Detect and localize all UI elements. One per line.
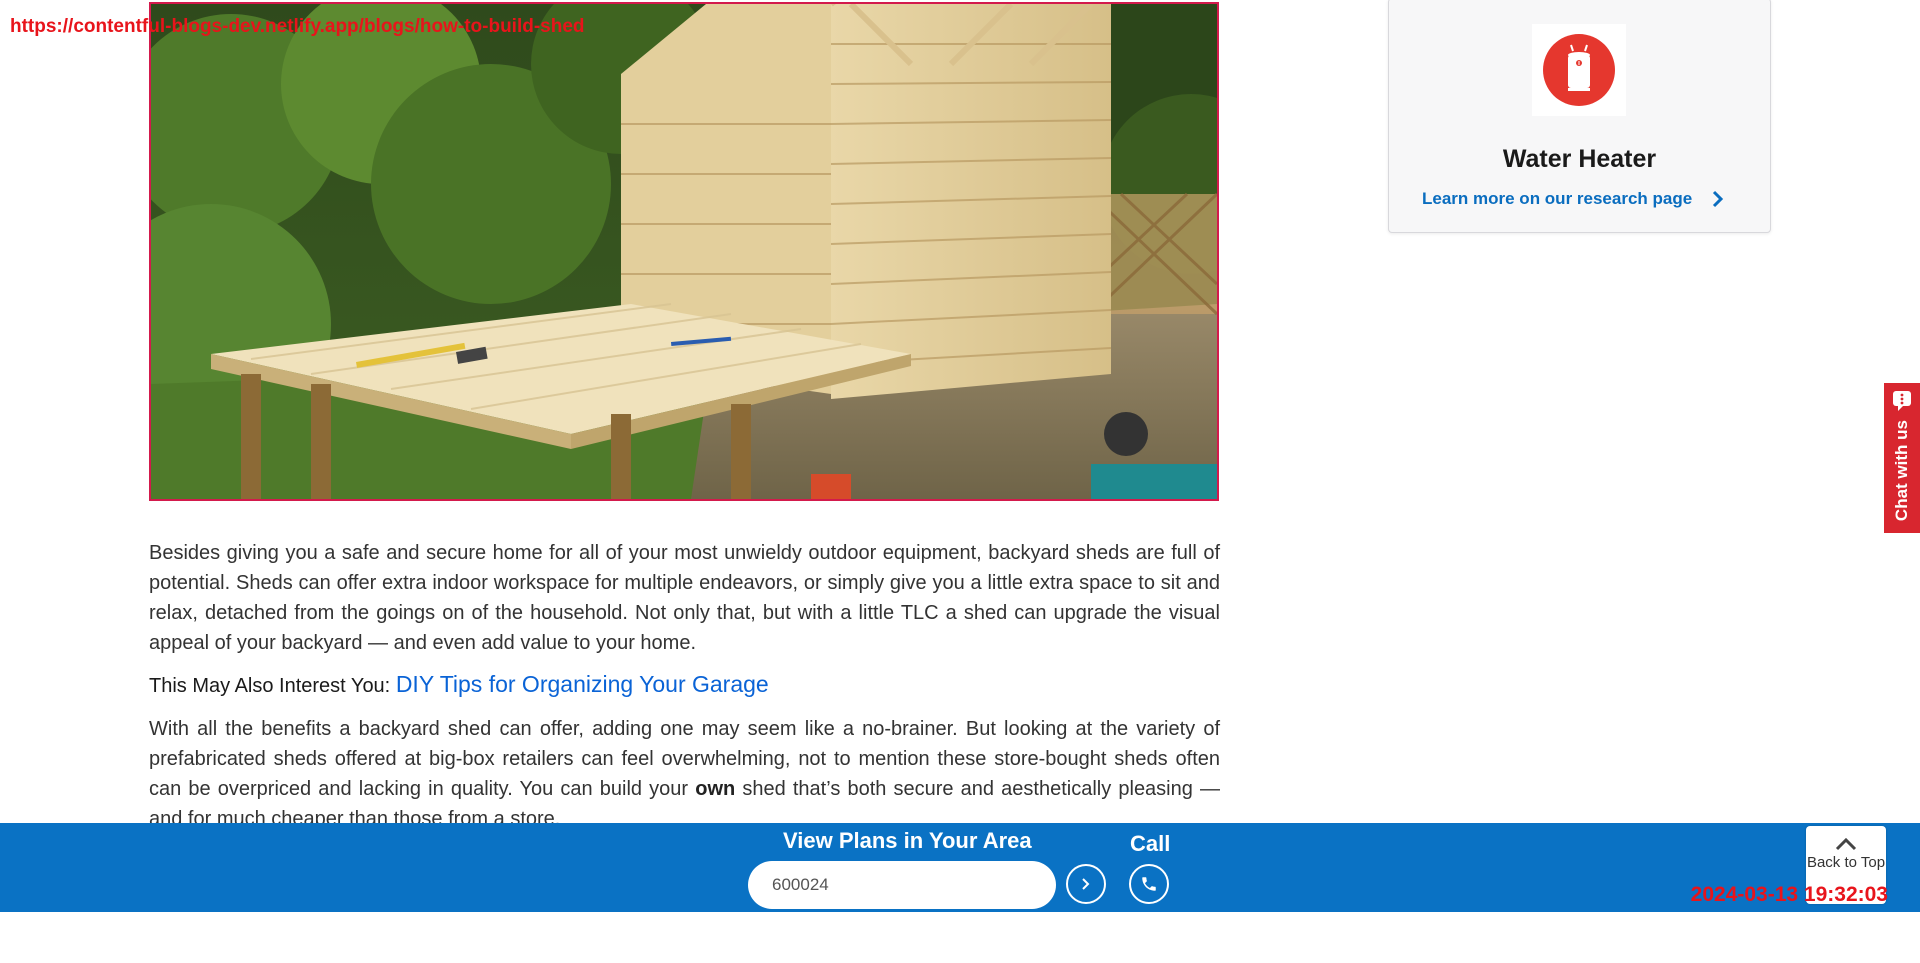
article-paragraph: With all the benefits a backyard shed ca…	[149, 714, 1220, 834]
chevron-up-icon	[1835, 837, 1857, 851]
view-plans-heading: View Plans in Your Area	[783, 828, 1032, 853]
call-label: Call	[1130, 831, 1171, 856]
water-heater-icon	[1543, 34, 1615, 106]
article-body: Besides giving you a safe and secure hom…	[149, 538, 1220, 845]
paragraph-emphasis: own	[695, 778, 736, 800]
back-to-top-label: Back to Top	[1806, 854, 1886, 871]
call-button[interactable]	[1129, 864, 1169, 904]
related-article-label: This May Also Interest You:	[149, 675, 391, 697]
water-heater-card: Water Heater Learn more on our research …	[1388, 0, 1771, 233]
submit-zip-button[interactable]	[1066, 864, 1106, 904]
shed-photo	[151, 4, 1217, 499]
article-paragraph: Besides giving you a safe and secure hom…	[149, 542, 1220, 654]
chevron-right-icon	[1713, 190, 1724, 208]
timestamp-overlay: 2024-03-13 19:32:03	[1690, 883, 1888, 906]
view-plans-bar: View Plans in Your Area Call	[0, 823, 1920, 912]
hero-image	[149, 2, 1219, 501]
chat-bubble-icon	[1893, 391, 1911, 411]
url-overlay: https://contentful-blogs-dev.netlify.app…	[10, 16, 585, 37]
zip-code-input[interactable]	[748, 861, 1056, 909]
research-link-label: Learn more on our research page	[1422, 189, 1693, 208]
card-title: Water Heater	[1502, 145, 1657, 173]
research-page-link[interactable]: Learn more on our research page	[1422, 189, 1724, 209]
related-article: This May Also Interest You: DIY Tips for…	[149, 669, 1220, 701]
phone-icon	[1142, 877, 1156, 891]
chat-with-us-tab[interactable]: Chat with us	[1884, 383, 1920, 533]
water-heater-icon-box	[1532, 24, 1626, 116]
related-article-link[interactable]: DIY Tips for Organizing Your Garage	[396, 671, 769, 697]
chat-tab-label: Chat with us	[1892, 420, 1911, 522]
chevron-right-icon	[1082, 878, 1090, 890]
